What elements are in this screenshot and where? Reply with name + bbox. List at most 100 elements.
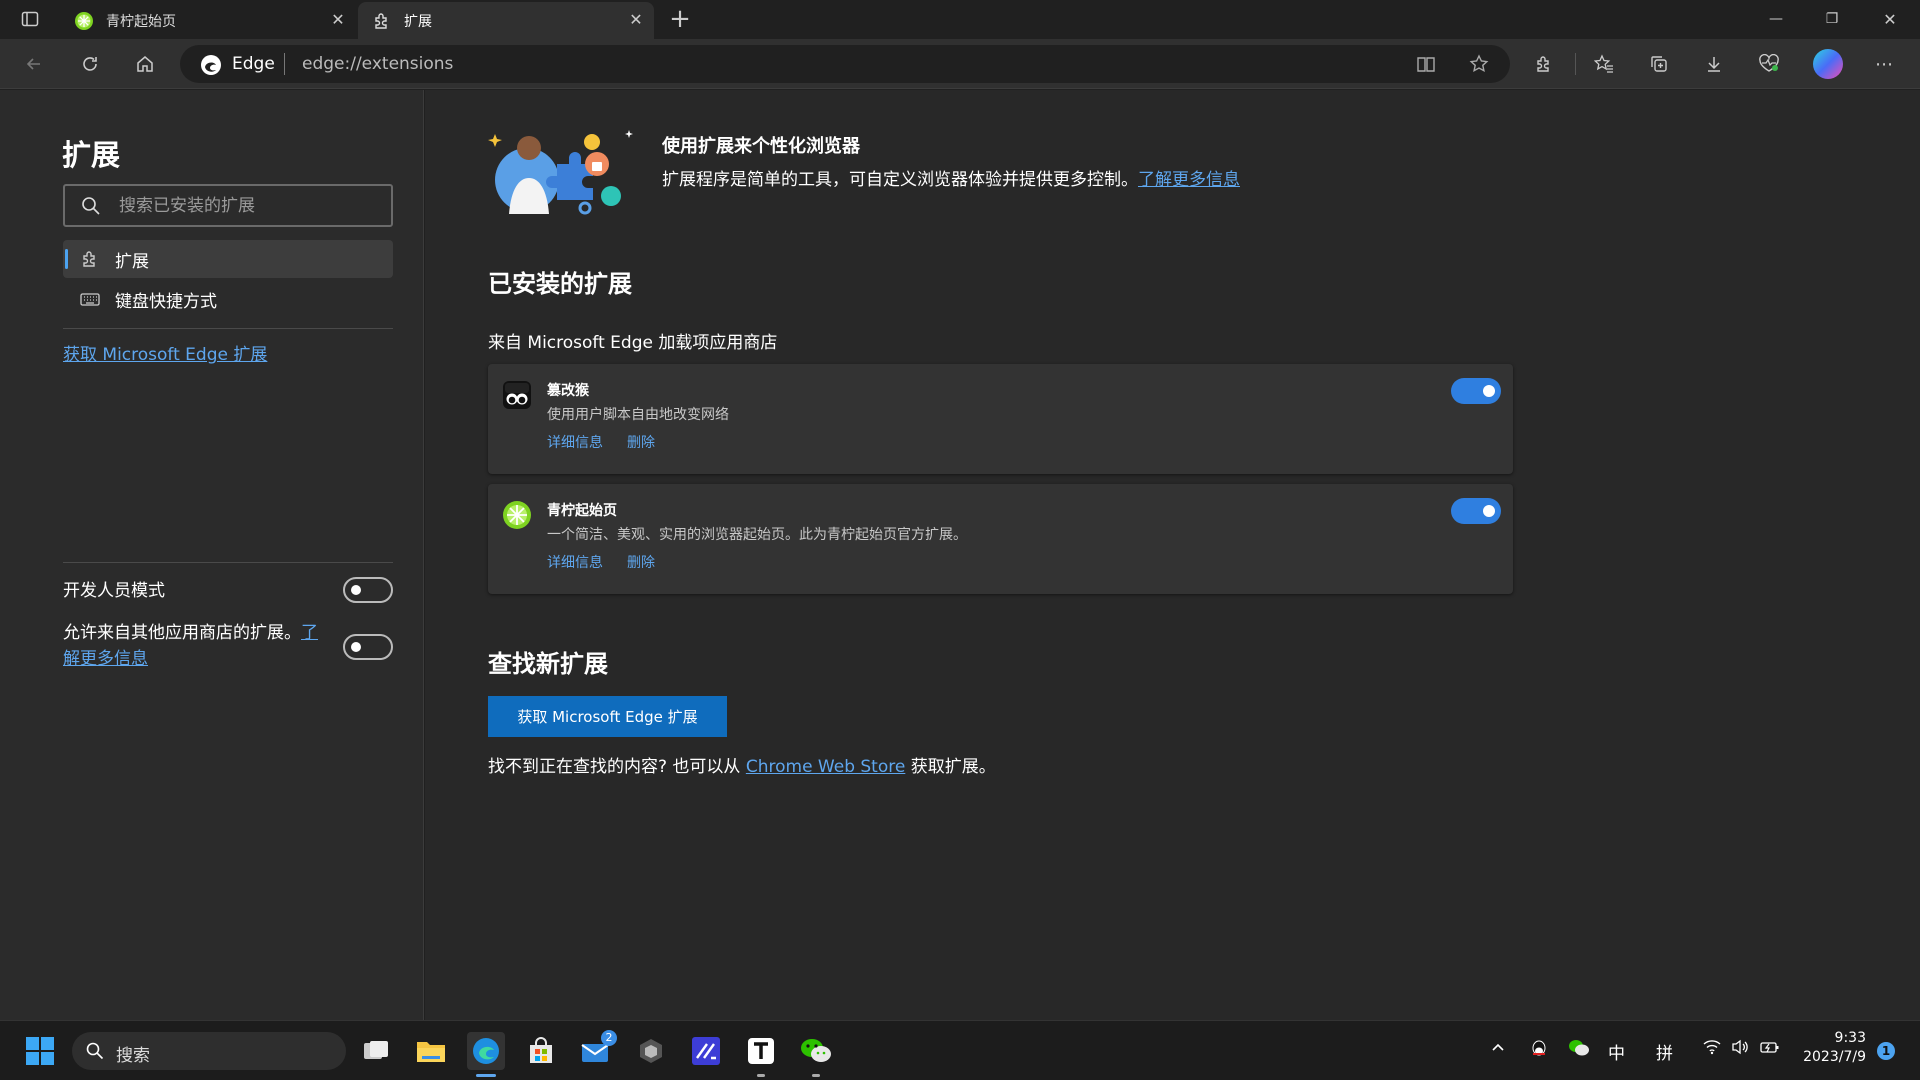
extensions-icon[interactable]	[1528, 48, 1560, 80]
find-heading: 查找新扩展	[488, 650, 608, 678]
taskbar-search-placeholder: 搜索	[116, 1046, 150, 1066]
unity-hub-icon[interactable]	[632, 1032, 670, 1070]
developer-mode-label: 开发人员模式	[63, 581, 165, 601]
toolbar-divider	[1575, 53, 1576, 75]
tampermonkey-icon	[503, 381, 531, 409]
wechat-icon[interactable]	[797, 1032, 835, 1070]
show-hidden-icons[interactable]	[1490, 1039, 1506, 1059]
hero-description: 扩展程序是简单的工具，可自定义浏览器体验并提供更多控制。了解更多信息	[662, 165, 1240, 190]
qq-tray-icon[interactable]	[1530, 1039, 1548, 1064]
ime-mode[interactable]: 中	[1608, 1039, 1625, 1064]
address-bar[interactable]: Edge edge://extensions	[180, 45, 1510, 83]
close-tab-icon[interactable]: ✕	[628, 12, 644, 28]
search-icon	[82, 197, 100, 215]
chrome-web-store-link[interactable]: Chrome Web Store	[746, 757, 905, 777]
extension-description: 使用用户脚本自由地改变网络	[547, 407, 729, 423]
tab-extensions[interactable]: 扩展 ✕	[358, 2, 654, 39]
hero-desc-text: 扩展程序是简单的工具，可自定义浏览器体验并提供更多控制。	[662, 170, 1138, 190]
hero-illustration	[488, 130, 633, 215]
search-input[interactable]	[119, 194, 369, 218]
collections-icon[interactable]	[1643, 48, 1675, 80]
ime-pinyin[interactable]: 拼	[1656, 1039, 1673, 1064]
clock[interactable]: 9:33 2023/7/9	[1800, 1029, 1866, 1067]
volume-icon[interactable]	[1731, 1039, 1749, 1060]
store-icon[interactable]	[522, 1032, 560, 1070]
get-extensions-button[interactable]: 获取 Microsoft Edge 扩展	[488, 696, 727, 737]
extension-enable-toggle[interactable]	[1451, 498, 1501, 524]
browser-essentials-icon[interactable]	[1753, 48, 1785, 80]
mail-icon[interactable]: 2	[577, 1030, 617, 1070]
navigation-bar: Edge edge://extensions ⋯	[0, 39, 1920, 89]
keyboard-icon	[80, 293, 100, 306]
sidebar-item-keyboard-shortcuts[interactable]: 键盘快捷方式	[63, 280, 393, 318]
remove-link[interactable]: 删除	[627, 432, 655, 452]
back-icon[interactable]	[18, 48, 50, 80]
restore-button[interactable]: ❐	[1816, 3, 1848, 35]
sidebar-title: 扩展	[62, 138, 121, 172]
tab-actions-icon[interactable]	[14, 3, 46, 35]
extension-enable-toggle[interactable]	[1451, 378, 1501, 404]
close-window-button[interactable]: ✕	[1874, 3, 1906, 35]
details-link[interactable]: 详细信息	[547, 432, 603, 452]
downloads-icon[interactable]	[1698, 48, 1730, 80]
learn-more-link[interactable]: 了	[301, 623, 318, 643]
learn-more-link[interactable]: 解更多信息	[63, 649, 148, 669]
developer-mode-toggle[interactable]	[343, 577, 393, 603]
get-extensions-link[interactable]: 获取 Microsoft Edge 扩展	[63, 340, 267, 365]
edge-logo-icon	[201, 55, 221, 75]
sidebar-item-label: 键盘快捷方式	[115, 291, 217, 312]
wifi-icon[interactable]	[1703, 1039, 1721, 1060]
puzzle-icon	[83, 251, 95, 267]
clock-date: 2023/7/9	[1803, 1049, 1866, 1065]
allow-other-stores-text: 允许来自其他应用商店的扩展。了 解更多信息	[63, 620, 333, 672]
allow-other-stores-toggle[interactable]	[343, 634, 393, 660]
file-explorer-icon[interactable]	[412, 1032, 450, 1070]
details-link[interactable]: 详细信息	[547, 552, 603, 572]
search-box[interactable]	[63, 184, 393, 227]
refresh-icon[interactable]	[74, 48, 106, 80]
extension-card-qingning: 青柠起始页 一个简洁、美观、实用的浏览器起始页。此为青柠起始页官方扩展。 详细信…	[488, 484, 1513, 594]
visual-studio-icon[interactable]	[687, 1032, 725, 1070]
allow-other-stores-label: 允许来自其他应用商店的扩展。	[63, 623, 301, 643]
edge-taskbar-icon[interactable]	[467, 1032, 505, 1070]
installed-heading: 已安装的扩展	[488, 270, 632, 298]
installed-source: 来自 Microsoft Edge 加载项应用商店	[488, 333, 778, 353]
running-app-indicator	[757, 1074, 765, 1077]
taskbar: 搜索 2 中 拼 9:33 2023/7/9 1	[0, 1020, 1920, 1080]
sidebar-divider	[63, 328, 393, 329]
find-text-after: 获取扩展。	[910, 757, 996, 777]
find-text: 找不到正在查找的内容? 也可以从 Chrome Web Store 获取扩展。	[488, 752, 996, 777]
new-tab-button[interactable]: +	[664, 3, 696, 35]
notification-badge[interactable]: 1	[1877, 1042, 1895, 1060]
running-app-indicator	[812, 1074, 820, 1077]
lime-icon	[503, 501, 531, 529]
mail-badge: 2	[601, 1030, 617, 1046]
address-brand: Edge	[232, 54, 275, 74]
more-menu-icon[interactable]: ⋯	[1868, 48, 1900, 80]
task-view-icon[interactable]	[357, 1032, 395, 1070]
minimize-button[interactable]: —	[1760, 3, 1792, 35]
typora-icon[interactable]	[742, 1032, 780, 1070]
active-indicator	[65, 249, 68, 269]
profile-avatar[interactable]	[1812, 48, 1844, 80]
favorite-star-icon[interactable]	[1463, 48, 1495, 80]
home-icon[interactable]	[129, 48, 161, 80]
address-url[interactable]: edge://extensions	[302, 54, 453, 74]
find-text-before: 找不到正在查找的内容? 也可以从	[488, 757, 741, 777]
tab-qingning[interactable]: 青柠起始页 ✕	[60, 2, 356, 39]
immersive-reader-icon[interactable]	[1410, 48, 1442, 80]
battery-icon[interactable]	[1760, 1039, 1780, 1060]
address-separator	[284, 53, 285, 75]
wechat-tray-icon[interactable]	[1568, 1039, 1590, 1062]
main-content: 使用扩展来个性化浏览器 扩展程序是简单的工具，可自定义浏览器体验并提供更多控制。…	[425, 90, 1920, 1020]
tab-label: 扩展	[404, 13, 432, 30]
start-button[interactable]	[21, 1032, 59, 1070]
remove-link[interactable]: 删除	[627, 552, 655, 572]
favorites-icon[interactable]	[1588, 48, 1620, 80]
sidebar-item-extensions[interactable]: 扩展	[63, 240, 393, 278]
learn-more-link[interactable]: 了解更多信息	[1138, 170, 1240, 190]
taskbar-search[interactable]: 搜索	[72, 1032, 346, 1070]
hero-title: 使用扩展来个性化浏览器	[662, 136, 860, 157]
tab-label: 青柠起始页	[106, 13, 176, 30]
close-tab-icon[interactable]: ✕	[330, 12, 346, 28]
